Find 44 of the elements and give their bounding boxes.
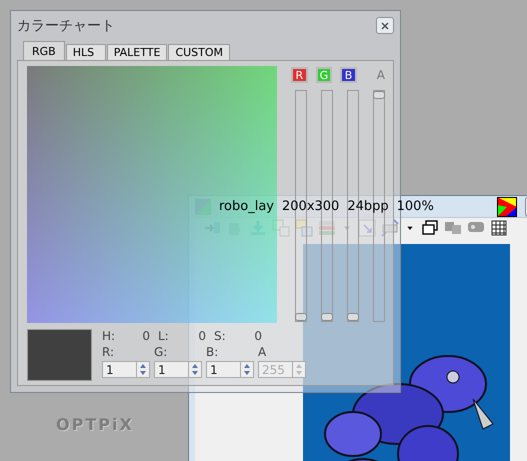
image-name: robo_lay (219, 199, 274, 214)
field-label: G: (154, 345, 168, 359)
image-icon[interactable] (272, 219, 290, 238)
color-swatch (27, 329, 92, 381)
spin-field[interactable]: 1 (102, 361, 150, 378)
tab[interactable]: HLS (66, 44, 106, 60)
image-file-icon (195, 198, 211, 215)
window-title: カラーチャート (17, 16, 115, 35)
windows-icon[interactable] (421, 219, 439, 238)
spin-arrows-icon[interactable] (243, 363, 251, 376)
close-button[interactable] (376, 17, 394, 34)
readout-value: 0 (254, 329, 262, 343)
tab[interactable]: PALETTE (106, 44, 168, 60)
tab[interactable]: CUSTOM (168, 44, 230, 60)
readout-value: 0 (198, 329, 206, 343)
spin-arrows-icon[interactable] (191, 363, 199, 376)
image-size: 200x300 (282, 199, 340, 214)
slider-thumb[interactable] (295, 313, 307, 321)
spin-field[interactable]: 1 (154, 361, 202, 378)
alpha-label: A (376, 68, 385, 82)
slider-thumb[interactable] (347, 313, 359, 321)
tab[interactable]: RGB (23, 41, 65, 60)
readout-label: H: (102, 329, 116, 343)
stack-icon[interactable] (318, 219, 336, 238)
channel-button[interactable]: B (340, 67, 357, 83)
field-label: R: (102, 345, 116, 359)
slider-thumb[interactable] (373, 91, 385, 99)
color-palette-icon[interactable] (497, 196, 517, 217)
field-label: B: (206, 345, 220, 359)
slider-thumb[interactable] (321, 313, 333, 321)
channel-button[interactable]: R (291, 67, 308, 83)
color-gradient-picker[interactable] (27, 66, 277, 323)
readout-value: 0 (142, 329, 150, 343)
readout-label: S: (214, 329, 226, 343)
zoom-level: 100% (396, 199, 434, 214)
grid-icon[interactable] (490, 219, 508, 238)
spin-arrows-icon[interactable] (139, 363, 147, 376)
layers-icon[interactable] (295, 219, 313, 238)
spin-field[interactable]: 1 (206, 361, 254, 378)
field-label: A (258, 345, 268, 359)
close-icon (381, 22, 389, 30)
readout-label: L: (158, 329, 169, 343)
color-depth: 24bpp (347, 199, 389, 214)
resize-icon[interactable] (358, 219, 376, 238)
